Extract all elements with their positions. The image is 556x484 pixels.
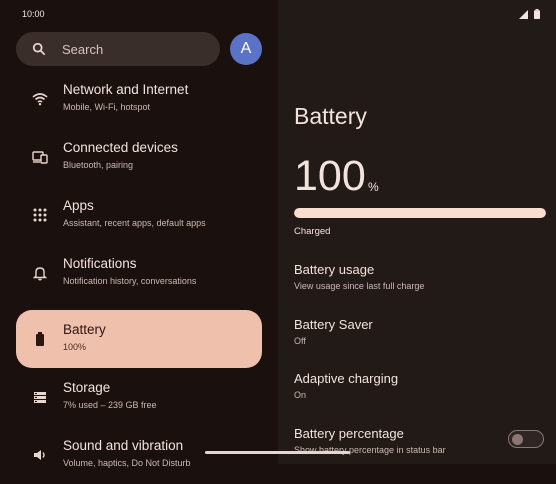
setting-title: Battery percentage — [294, 426, 404, 441]
search-icon — [32, 42, 46, 56]
battery-status: Charged — [294, 226, 331, 237]
nav-item-title: Apps — [63, 198, 94, 213]
storage-icon — [34, 392, 46, 403]
battery-percentage-item[interactable]: Battery percentage Show battery percenta… — [294, 426, 494, 466]
search-bar[interactable]: Search — [16, 32, 220, 66]
status-time: 10:00 — [22, 9, 45, 19]
nav-item-subtitle: Bluetooth, pairing — [63, 160, 134, 170]
battery-usage-item[interactable]: Battery usage View usage since last full… — [294, 262, 546, 302]
nav-item-subtitle: 7% used – 239 GB free — [63, 400, 157, 410]
devices-icon — [32, 151, 48, 164]
nav-item-title: Connected devices — [63, 140, 178, 155]
setting-title: Battery Saver — [294, 317, 373, 332]
battery-saver-item[interactable]: Battery Saver Off — [294, 317, 546, 357]
setting-subtitle: On — [294, 390, 307, 400]
apps-grid-icon — [33, 208, 47, 222]
battery-level-unit: % — [368, 180, 379, 194]
signal-icon — [519, 9, 528, 19]
account-avatar[interactable]: A — [230, 33, 262, 65]
setting-subtitle: Off — [294, 336, 306, 346]
wifi-icon — [32, 93, 48, 106]
nav-item-title: Notifications — [63, 256, 137, 271]
nav-item-subtitle: 100% — [63, 342, 87, 352]
nav-item-sound[interactable]: Sound and vibration Volume, haptics, Do … — [16, 426, 262, 484]
adaptive-charging-item[interactable]: Adaptive charging On — [294, 371, 546, 411]
battery-icon — [534, 9, 540, 19]
search-placeholder: Search — [62, 41, 104, 57]
nav-item-subtitle: Notification history, conversations — [63, 276, 197, 286]
nav-item-storage[interactable]: Storage 7% used – 239 GB free — [16, 368, 262, 426]
battery-percentage-toggle[interactable] — [508, 430, 544, 448]
battery-icon — [36, 332, 44, 346]
nav-item-apps[interactable]: Apps Assistant, recent apps, default app… — [16, 186, 262, 244]
battery-level-bar — [294, 208, 546, 218]
toggle-knob — [512, 433, 523, 445]
speaker-icon — [34, 450, 45, 460]
nav-item-subtitle: Volume, haptics, Do Not Disturb — [63, 458, 191, 468]
bell-icon — [32, 267, 48, 281]
battery-level: 100 — [294, 152, 366, 200]
battery-detail-pane: Battery 100 % Charged Battery usage View… — [278, 0, 556, 464]
battery-level-bar-fill — [294, 208, 546, 218]
nav-item-subtitle: Assistant, recent apps, default apps — [63, 218, 206, 228]
status-bar: 10:00 — [0, 0, 556, 28]
nav-item-title: Storage — [63, 380, 111, 395]
setting-title: Battery usage — [294, 262, 375, 277]
nav-item-title: Sound and vibration — [63, 438, 184, 453]
nav-item-title: Battery — [63, 322, 106, 337]
nav-item-network[interactable]: Network and Internet Mobile, Wi-Fi, hots… — [16, 70, 262, 128]
page-title: Battery — [294, 103, 367, 129]
nav-item-connected-devices[interactable]: Connected devices Bluetooth, pairing — [16, 128, 262, 186]
nav-item-battery[interactable]: Battery 100% — [16, 310, 262, 368]
setting-title: Adaptive charging — [294, 371, 399, 386]
status-icons — [519, 9, 540, 19]
settings-nav-pane: Search A Network and Internet Mobile, Wi… — [0, 0, 278, 468]
gesture-navigation-bar[interactable] — [205, 451, 350, 454]
nav-item-title: Network and Internet — [63, 82, 189, 97]
setting-subtitle: View usage since last full charge — [294, 281, 425, 291]
nav-item-notifications[interactable]: Notifications Notification history, conv… — [16, 244, 262, 302]
nav-item-subtitle: Mobile, Wi-Fi, hotspot — [63, 102, 151, 112]
